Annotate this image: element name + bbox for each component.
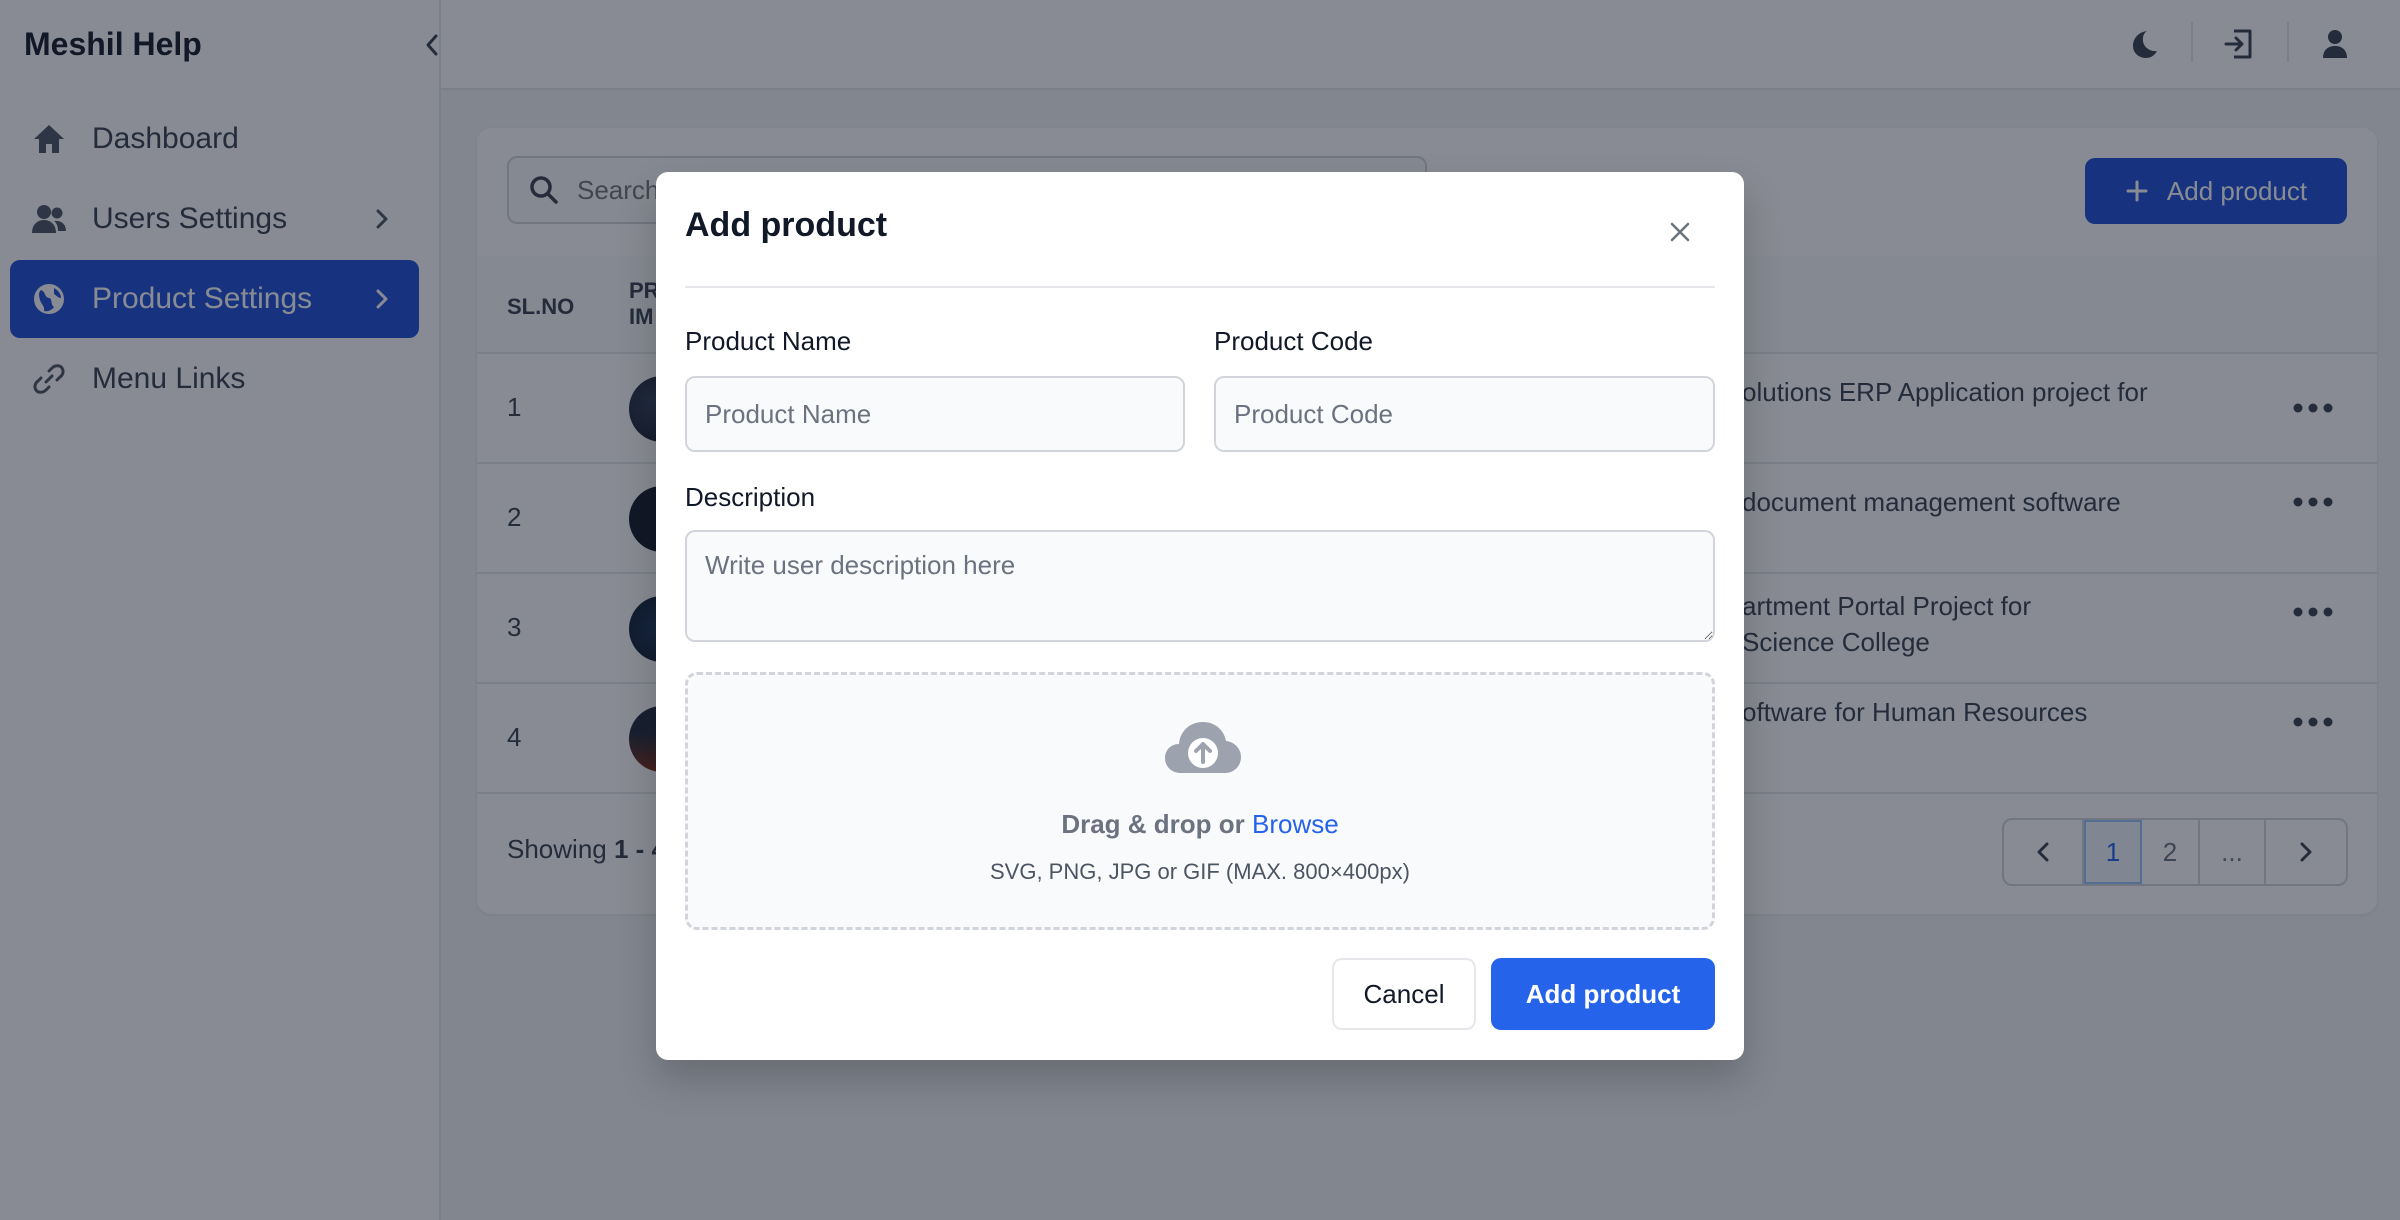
product-code-label: Product Code: [1214, 326, 1373, 356]
close-icon: [1670, 222, 1690, 242]
description-textarea[interactable]: [685, 530, 1715, 642]
submit-add-product-button[interactable]: Add product: [1491, 958, 1715, 1030]
upload-instructions: Drag & drop or Browse: [688, 809, 1712, 840]
cloud-upload-icon: [1165, 722, 1241, 773]
add-product-modal: Add product Product Name Product Code De…: [656, 172, 1744, 1060]
product-name-label: Product Name: [685, 326, 852, 356]
browse-link[interactable]: Browse: [1252, 809, 1339, 839]
description-label: Description: [685, 482, 816, 512]
upload-text: Drag & drop or: [1061, 809, 1252, 839]
modal-divider: [685, 286, 1715, 288]
cancel-button[interactable]: Cancel: [1332, 958, 1476, 1030]
upload-hint: SVG, PNG, JPG or GIF (MAX. 800×400px): [990, 859, 1410, 884]
product-code-input[interactable]: [1214, 376, 1715, 452]
file-upload-dropzone[interactable]: Drag & drop or Browse SVG, PNG, JPG or G…: [685, 672, 1715, 930]
modal-close-button[interactable]: [1656, 208, 1704, 256]
product-name-input[interactable]: [685, 376, 1185, 452]
modal-title: Add product: [685, 206, 888, 244]
